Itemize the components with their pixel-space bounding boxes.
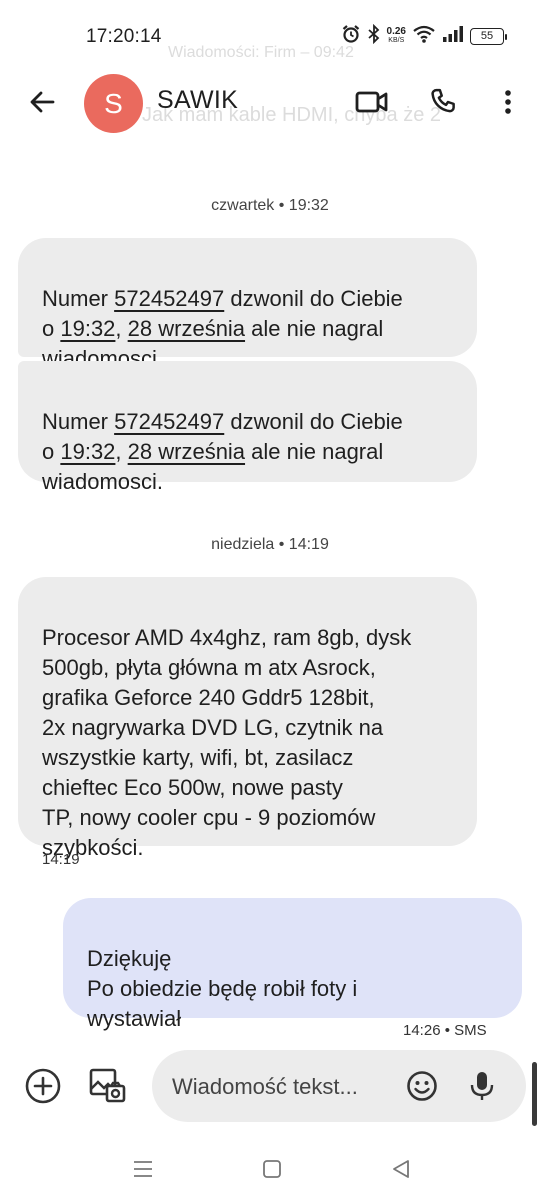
message-bubble-incoming[interactable]: Numer 572452497 dzwonil do Ciebie o 19:3… (18, 238, 477, 371)
alarm-icon (341, 24, 361, 49)
message-status: 14:26 • SMS (403, 1022, 487, 1035)
date-separator: niedziela • 14:19 (211, 536, 329, 553)
battery-icon: 55 (470, 27, 507, 45)
message-text: Procesor AMD 4x4ghz, ram 8gb, dysk 500gb… (42, 625, 412, 860)
bluetooth-icon (367, 23, 381, 49)
date-separator: czwartek • 19:32 (211, 197, 329, 214)
back-icon (393, 1160, 409, 1178)
message-text: Dziękuję Po obiedzie będę robił foty i w… (87, 946, 358, 1031)
conversation-header: S SAWIK (0, 70, 540, 136)
gallery-button[interactable] (85, 1064, 129, 1108)
message-input-placeholder: Wiadomość tekst... (172, 1074, 358, 1099)
phone-call-button[interactable] (425, 84, 461, 120)
phone-icon (431, 88, 455, 113)
message-timestamp: 14:19 (42, 851, 80, 868)
contact-name[interactable]: SAWIK (157, 86, 238, 115)
contact-avatar[interactable]: S (84, 74, 143, 133)
status-icons: 0.26 KB/S 55 (341, 23, 507, 49)
add-icon (25, 1068, 61, 1104)
phone-number-link[interactable]: 572452497 (114, 286, 224, 311)
home-icon (263, 1160, 281, 1178)
message-input[interactable]: Wiadomość tekst... (152, 1050, 526, 1122)
date-link[interactable]: 28 września (128, 316, 245, 341)
compose-bar: Wiadomość tekst... (0, 1046, 540, 1128)
status-bar: 17:20:14 0.26 KB/S 55 (0, 0, 540, 70)
gallery-icon (89, 1068, 126, 1103)
signal-icon (442, 24, 464, 49)
add-attachment-button[interactable] (21, 1064, 65, 1108)
scrollbar-handle[interactable] (532, 1062, 537, 1126)
status-time: 17:20:14 (86, 26, 162, 47)
message-bubble-outgoing[interactable]: Dziękuję Po obiedzie będę robił foty i w… (63, 898, 522, 1031)
emoji-button[interactable] (404, 1068, 440, 1104)
message-bubble-incoming[interactable]: Procesor AMD 4x4ghz, ram 8gb, dysk 500gb… (18, 577, 477, 860)
voice-input-button[interactable] (464, 1068, 500, 1104)
back-arrow-icon (30, 91, 55, 113)
message-bubble-incoming[interactable]: Numer 572452497 dzwonil do Ciebie o 19:3… (18, 361, 477, 494)
system-navigation-bar (0, 1140, 540, 1200)
more-vert-icon (505, 90, 511, 114)
video-call-icon (355, 91, 388, 113)
mic-icon (470, 1072, 494, 1100)
recents-icon (134, 1161, 152, 1177)
network-speed: 0.26 KB/S (387, 27, 406, 45)
net-speed-value: 0.26 (386, 26, 406, 37)
net-speed-unit: KB/S (388, 37, 405, 44)
home-button[interactable] (257, 1154, 287, 1184)
wifi-icon (412, 24, 436, 49)
nav-back-button[interactable] (386, 1154, 416, 1184)
time-link[interactable]: 19:32 (60, 316, 115, 341)
phone-number-link[interactable]: 572452497 (114, 409, 224, 434)
recents-button[interactable] (128, 1154, 158, 1184)
time-link[interactable]: 19:32 (60, 439, 115, 464)
back-button[interactable] (24, 84, 60, 120)
more-options-button[interactable] (490, 84, 526, 120)
emoji-icon (407, 1071, 437, 1101)
video-call-button[interactable] (354, 84, 390, 120)
message-text: Numer 572452497 dzwonil do Ciebie o 19:3… (42, 409, 403, 494)
date-link[interactable]: 28 września (128, 439, 245, 464)
